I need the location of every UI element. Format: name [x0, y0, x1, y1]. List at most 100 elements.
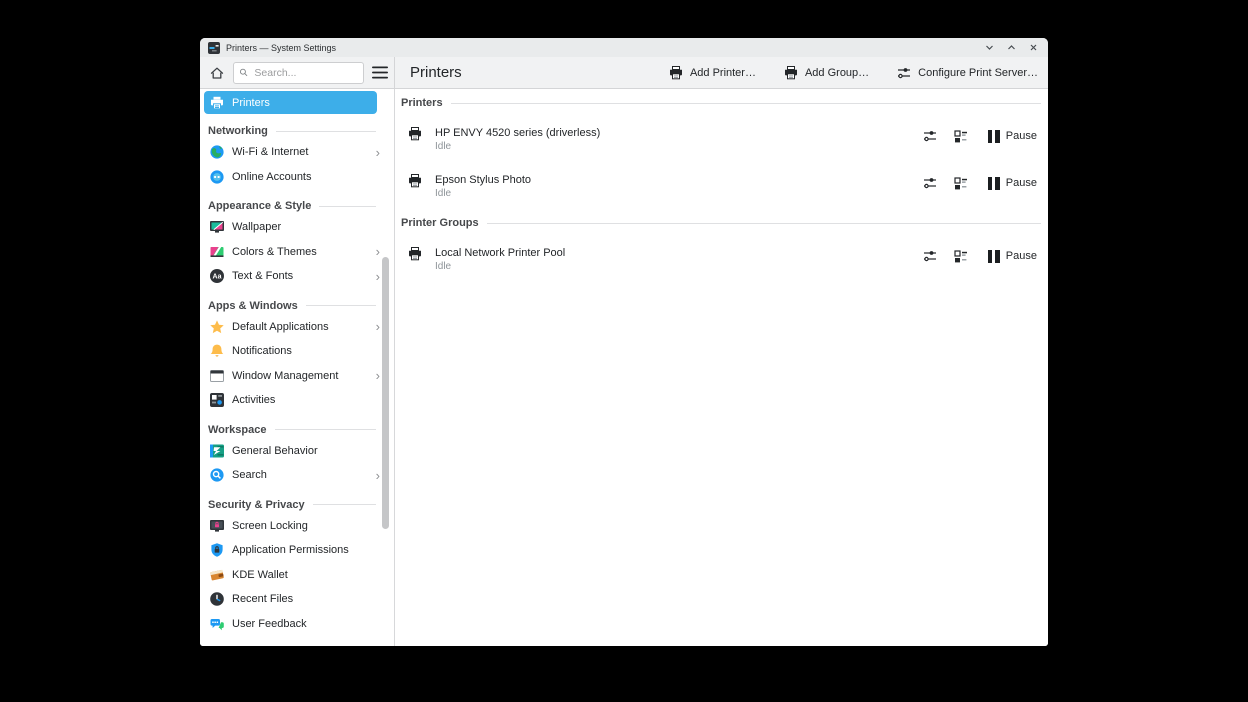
printer-icon [407, 126, 423, 142]
printer-icon [783, 65, 799, 81]
maximize-icon [1006, 42, 1017, 53]
hamburger-icon [372, 66, 388, 79]
chevron-right-icon: › [376, 270, 380, 283]
window-icon [209, 368, 225, 384]
add-printer-button[interactable]: Add Printer… [668, 65, 756, 81]
pause-button[interactable]: Pause [988, 130, 1037, 143]
sidebar-item-activities[interactable]: Activities [200, 388, 394, 413]
printers-panel: Printers HP ENVY 4520 series (driverless… [395, 89, 1048, 646]
sidebar-scrollbar-thumb[interactable] [382, 257, 389, 529]
chevron-right-icon: › [376, 369, 380, 382]
search-icon [239, 67, 248, 78]
sliders-icon [922, 128, 938, 144]
feedback-bubbles-icon [209, 616, 225, 632]
pause-button[interactable]: Pause [988, 177, 1037, 190]
wallpaper-icon [209, 219, 225, 235]
system-settings-window: Printers — System Settings [200, 38, 1048, 646]
sidebar-item-wifi-internet[interactable]: Wi-Fi & Internet › [200, 140, 394, 165]
globe-icon [209, 144, 225, 160]
close-icon [1028, 42, 1039, 53]
chevron-right-icon: › [376, 320, 380, 333]
printer-group-row-local-pool[interactable]: Local Network Printer Pool Idle [401, 231, 1041, 278]
wallet-icon [209, 567, 225, 583]
maximize-button[interactable] [1005, 41, 1018, 54]
printer-name: HP ENVY 4520 series (driverless) [435, 127, 600, 140]
configure-printer-button[interactable] [922, 175, 938, 191]
printer-icon [668, 65, 684, 81]
sidebar-item-recent-files[interactable]: Recent Files [200, 587, 394, 612]
sidebar: Printers Networking Wi-Fi & Internet › [200, 89, 395, 646]
search-circle-icon [209, 467, 225, 483]
sidebar-item-application-permissions[interactable]: Application Permissions [200, 538, 394, 563]
sidebar-item-text-fonts[interactable]: Aa Text & Fonts › [200, 264, 394, 289]
details-list-icon [953, 175, 969, 191]
sidebar-section-apps-windows: Apps & Windows [200, 289, 394, 315]
sliders-icon [896, 65, 912, 81]
chevron-right-icon: › [376, 245, 380, 258]
star-icon [209, 319, 225, 335]
search-field[interactable] [233, 62, 364, 84]
home-button[interactable] [209, 65, 225, 81]
pause-button[interactable]: Pause [988, 250, 1037, 263]
sidebar-item-wallpaper[interactable]: Wallpaper [200, 215, 394, 240]
screen-lock-icon [209, 518, 225, 534]
details-list-icon [953, 128, 969, 144]
printer-status: Idle [435, 188, 531, 199]
window-title: Printers — System Settings [226, 43, 336, 53]
section-header-printers: Printers [401, 95, 1041, 111]
home-icon [209, 65, 225, 81]
sidebar-item-online-accounts[interactable]: Online Accounts [200, 165, 394, 190]
sidebar-item-search[interactable]: Search › [200, 463, 394, 488]
printer-details-button[interactable] [953, 248, 969, 264]
printer-details-button[interactable] [953, 175, 969, 191]
pause-icon [988, 250, 1000, 263]
chevron-right-icon: › [376, 146, 380, 159]
minimize-icon [984, 42, 995, 53]
pause-icon [988, 130, 1000, 143]
printer-row-epson[interactable]: Epson Stylus Photo Idle [401, 158, 1041, 205]
sidebar-item-screen-locking[interactable]: Screen Locking [200, 514, 394, 539]
chevron-right-icon: › [376, 469, 380, 482]
sidebar-item-default-applications[interactable]: Default Applications › [200, 315, 394, 340]
general-behavior-icon [209, 443, 225, 459]
text-fonts-icon: Aa [209, 268, 225, 284]
configure-printer-button[interactable] [922, 128, 938, 144]
sliders-icon [922, 175, 938, 191]
sliders-icon [922, 248, 938, 264]
printer-status: Idle [435, 261, 565, 272]
details-list-icon [953, 248, 969, 264]
sidebar-section-workspace: Workspace [200, 413, 394, 439]
sidebar-item-notifications[interactable]: Notifications [200, 339, 394, 364]
printer-name: Epson Stylus Photo [435, 174, 531, 187]
printer-details-button[interactable] [953, 128, 969, 144]
printer-name: Local Network Printer Pool [435, 247, 565, 260]
sidebar-item-window-management[interactable]: Window Management › [200, 364, 394, 389]
shield-lock-icon [209, 542, 225, 558]
add-group-button[interactable]: Add Group… [783, 65, 869, 81]
sidebar-item-user-feedback[interactable]: User Feedback [200, 612, 394, 637]
sidebar-item-general-behavior[interactable]: General Behavior [200, 439, 394, 464]
svg-text:Aa: Aa [213, 274, 222, 281]
menu-button[interactable] [372, 66, 388, 79]
search-input[interactable] [252, 66, 358, 80]
sidebar-section-appearance-style: Appearance & Style [200, 189, 394, 215]
printer-row-hp-envy[interactable]: HP ENVY 4520 series (driverless) Idle [401, 111, 1041, 158]
activities-icon [209, 392, 225, 408]
sidebar-item-kde-wallet[interactable]: KDE Wallet [200, 563, 394, 588]
close-button[interactable] [1027, 41, 1040, 54]
online-accounts-icon [209, 169, 225, 185]
minimize-button[interactable] [983, 41, 996, 54]
titlebar[interactable]: Printers — System Settings [200, 38, 1048, 57]
sidebar-item-printers[interactable]: Printers [204, 91, 377, 114]
sidebar-header [200, 57, 395, 88]
colors-themes-icon [209, 244, 225, 260]
configure-print-server-button[interactable]: Configure Print Server… [896, 65, 1038, 81]
configure-printer-button[interactable] [922, 248, 938, 264]
sidebar-item-colors-themes[interactable]: Colors & Themes › [200, 240, 394, 265]
clock-icon [209, 591, 225, 607]
printer-icon [209, 95, 225, 111]
sidebar-section-security-privacy: Security & Privacy [200, 488, 394, 514]
printer-icon [407, 246, 423, 262]
page-title: Printers [410, 64, 462, 81]
printer-status: Idle [435, 141, 600, 152]
